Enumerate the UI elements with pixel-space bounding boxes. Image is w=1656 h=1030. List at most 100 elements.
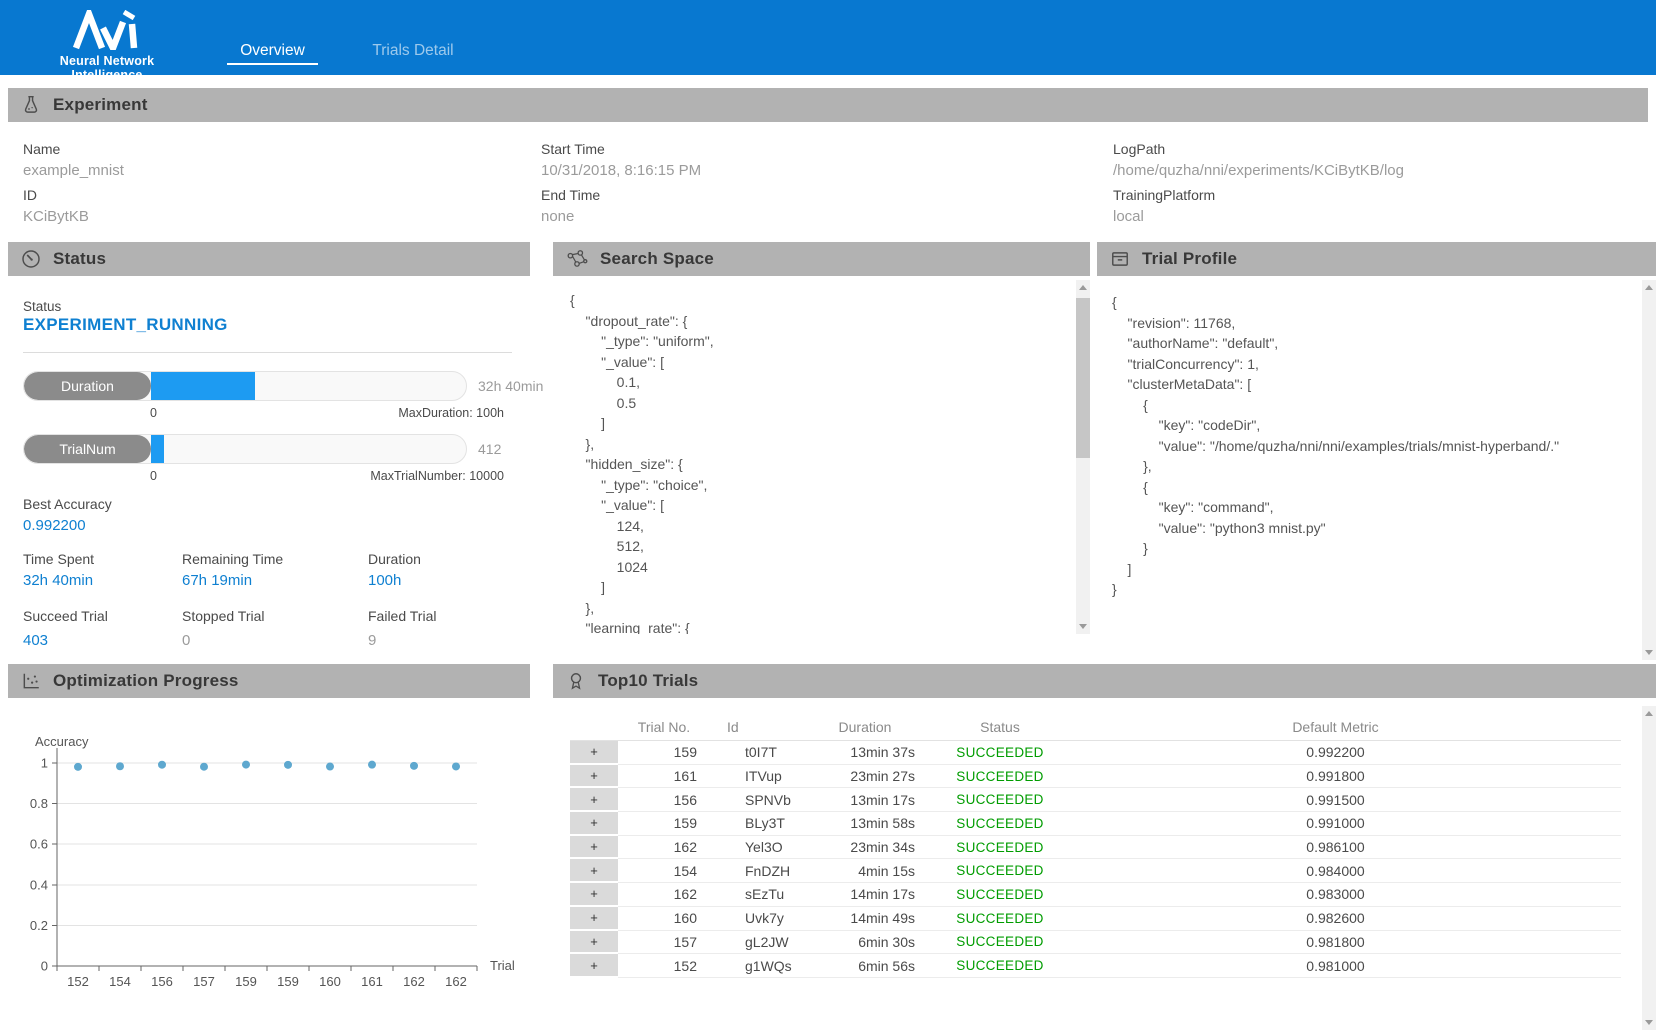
trial-no-cell: 152 bbox=[618, 954, 710, 978]
trial-id-cell: sEzTu bbox=[710, 883, 800, 907]
stat-label: Stopped Trial bbox=[182, 608, 265, 624]
gauge-icon bbox=[21, 249, 41, 269]
bottom-section-scrollbar[interactable] bbox=[1642, 706, 1656, 1030]
field-value: 10/31/2018, 8:16:15 PM bbox=[541, 162, 701, 179]
scroll-down-arrow-icon[interactable] bbox=[1645, 650, 1653, 655]
optimization-progress-chart: 00.20.40.60.8115215415615715915916016116… bbox=[8, 730, 538, 1030]
default-metric-cell: 0.981000 bbox=[1070, 954, 1621, 978]
expand-row-button[interactable]: + bbox=[570, 907, 618, 931]
table-row: +156SPNVb13min 17sSUCCEEDED0.991500 bbox=[570, 788, 1621, 812]
status-cell: SUCCEEDED bbox=[930, 883, 1070, 907]
table-row: +159t0I7T13min 37sSUCCEEDED0.992200 bbox=[570, 741, 1621, 765]
trial-id-cell: SPNVb bbox=[710, 788, 800, 812]
duration-cell: 13min 17s bbox=[800, 788, 930, 812]
default-metric-cell: 0.981800 bbox=[1070, 931, 1621, 955]
expand-row-button[interactable]: + bbox=[570, 812, 618, 836]
svg-text:0.8: 0.8 bbox=[30, 796, 48, 811]
trial-id-cell: Uvk7y bbox=[710, 907, 800, 931]
scroll-up-arrow-icon[interactable] bbox=[1645, 711, 1653, 716]
duration-cell: 4min 15s bbox=[800, 859, 930, 883]
stat-value: 403 bbox=[23, 632, 48, 649]
stat-label: Succeed Trial bbox=[23, 608, 108, 624]
table-row: +159BLy3T13min 58sSUCCEEDED0.991000 bbox=[570, 812, 1621, 836]
table-row: +162sEzTu14min 17sSUCCEEDED0.983000 bbox=[570, 883, 1621, 907]
default-metric-cell: 0.984000 bbox=[1070, 859, 1621, 883]
svg-text:162: 162 bbox=[445, 974, 467, 989]
status-cell: SUCCEEDED bbox=[930, 931, 1070, 955]
trial-no-cell: 160 bbox=[618, 907, 710, 931]
trialnum-bar-value: 412 bbox=[478, 441, 501, 457]
expand-row-button[interactable]: + bbox=[570, 883, 618, 907]
table-row: +160Uvk7y14min 49sSUCCEEDED0.982600 bbox=[570, 907, 1621, 931]
trial-id-cell: Yel3O bbox=[710, 836, 800, 860]
field-label: End Time bbox=[541, 187, 600, 203]
svg-text:156: 156 bbox=[151, 974, 173, 989]
default-metric-cell: 0.991500 bbox=[1070, 788, 1621, 812]
expand-row-button[interactable]: + bbox=[570, 788, 618, 812]
scrollbar-thumb[interactable] bbox=[1076, 298, 1090, 458]
stat-value: 9 bbox=[368, 632, 376, 649]
table-row: +161ITVup23min 27sSUCCEEDED0.991800 bbox=[570, 765, 1621, 789]
duration-cell: 13min 37s bbox=[800, 741, 930, 765]
trialnum-bar-range: 0 MaxTrialNumber: 10000 bbox=[150, 469, 504, 483]
default-metric-cell: 0.982600 bbox=[1070, 907, 1621, 931]
search-space-json: { "dropout_rate": { "_type": "uniform", … bbox=[570, 290, 1065, 634]
stat-value: 100h bbox=[368, 572, 401, 589]
trial-profile-scrollbar[interactable] bbox=[1642, 280, 1656, 660]
expand-row-button[interactable]: + bbox=[570, 741, 618, 765]
svg-text:Accuracy: Accuracy bbox=[35, 734, 89, 749]
scroll-up-arrow-icon[interactable] bbox=[1645, 285, 1653, 290]
scroll-up-arrow-icon[interactable] bbox=[1079, 285, 1087, 290]
expand-row-button[interactable]: + bbox=[570, 859, 618, 883]
svg-text:160: 160 bbox=[319, 974, 341, 989]
top10-table-body: +159t0I7T13min 37sSUCCEEDED0.992200+161I… bbox=[570, 741, 1621, 978]
field-label: LogPath bbox=[1113, 141, 1165, 157]
stat-label: Time Spent bbox=[23, 551, 94, 567]
duration-cell: 23min 27s bbox=[800, 765, 930, 789]
expand-row-button[interactable]: + bbox=[570, 765, 618, 789]
top10-section-header: Top10 Trials bbox=[553, 664, 1656, 698]
trial-profile-json: { "revision": 11768, "authorName": "defa… bbox=[1112, 292, 1632, 632]
scatter-chart-icon bbox=[21, 671, 41, 691]
trialnum-progress-fill bbox=[151, 435, 164, 463]
duration-bar-value: 32h 40min bbox=[478, 378, 543, 394]
trial-id-cell: BLy3T bbox=[710, 812, 800, 836]
default-metric-cell: 0.991800 bbox=[1070, 765, 1621, 789]
expand-row-button[interactable]: + bbox=[570, 836, 618, 860]
nni-logo-icon[interactable] bbox=[72, 10, 143, 50]
scroll-down-arrow-icon[interactable] bbox=[1079, 624, 1087, 629]
status-cell: SUCCEEDED bbox=[930, 954, 1070, 978]
trial-no-cell: 156 bbox=[618, 788, 710, 812]
table-row: +157gL2JW6min 30sSUCCEEDED0.981800 bbox=[570, 931, 1621, 955]
status-cell: SUCCEEDED bbox=[930, 859, 1070, 883]
table-row: +154FnDZH4min 15sSUCCEEDED0.984000 bbox=[570, 859, 1621, 883]
duration-cell: 13min 58s bbox=[800, 812, 930, 836]
search-space-section-header: Search Space bbox=[553, 242, 1090, 276]
expand-row-button[interactable]: + bbox=[570, 954, 618, 978]
tab-trials-detail[interactable]: Trials Detail bbox=[358, 42, 468, 60]
expand-row-button[interactable]: + bbox=[570, 931, 618, 955]
svg-text:159: 159 bbox=[277, 974, 299, 989]
column-header-duration: Duration bbox=[800, 714, 930, 740]
divider bbox=[23, 352, 512, 353]
svg-text:159: 159 bbox=[235, 974, 257, 989]
default-metric-cell: 0.992200 bbox=[1070, 741, 1621, 765]
default-metric-cell: 0.991000 bbox=[1070, 812, 1621, 836]
trialnum-bar-label: TrialNum bbox=[24, 435, 151, 463]
scroll-down-arrow-icon[interactable] bbox=[1645, 1020, 1653, 1025]
duration-cell: 6min 56s bbox=[800, 954, 930, 978]
svg-text:152: 152 bbox=[67, 974, 89, 989]
section-title: Status bbox=[53, 249, 106, 269]
svg-text:157: 157 bbox=[193, 974, 215, 989]
bar-min: 0 bbox=[150, 469, 157, 483]
tab-overview[interactable]: Overview bbox=[227, 42, 318, 60]
best-accuracy-label: Best Accuracy bbox=[23, 496, 112, 512]
search-space-scrollbar[interactable] bbox=[1076, 280, 1090, 634]
field-value: /home/quzha/nni/experiments/KCiBytKB/log bbox=[1113, 162, 1404, 179]
trial-id-cell: g1WQs bbox=[710, 954, 800, 978]
stat-value: 0 bbox=[182, 632, 190, 649]
field-value: local bbox=[1113, 208, 1144, 225]
trial-id-cell: ITVup bbox=[710, 765, 800, 789]
bar-max: MaxDuration: 100h bbox=[398, 406, 504, 420]
svg-text:161: 161 bbox=[361, 974, 383, 989]
